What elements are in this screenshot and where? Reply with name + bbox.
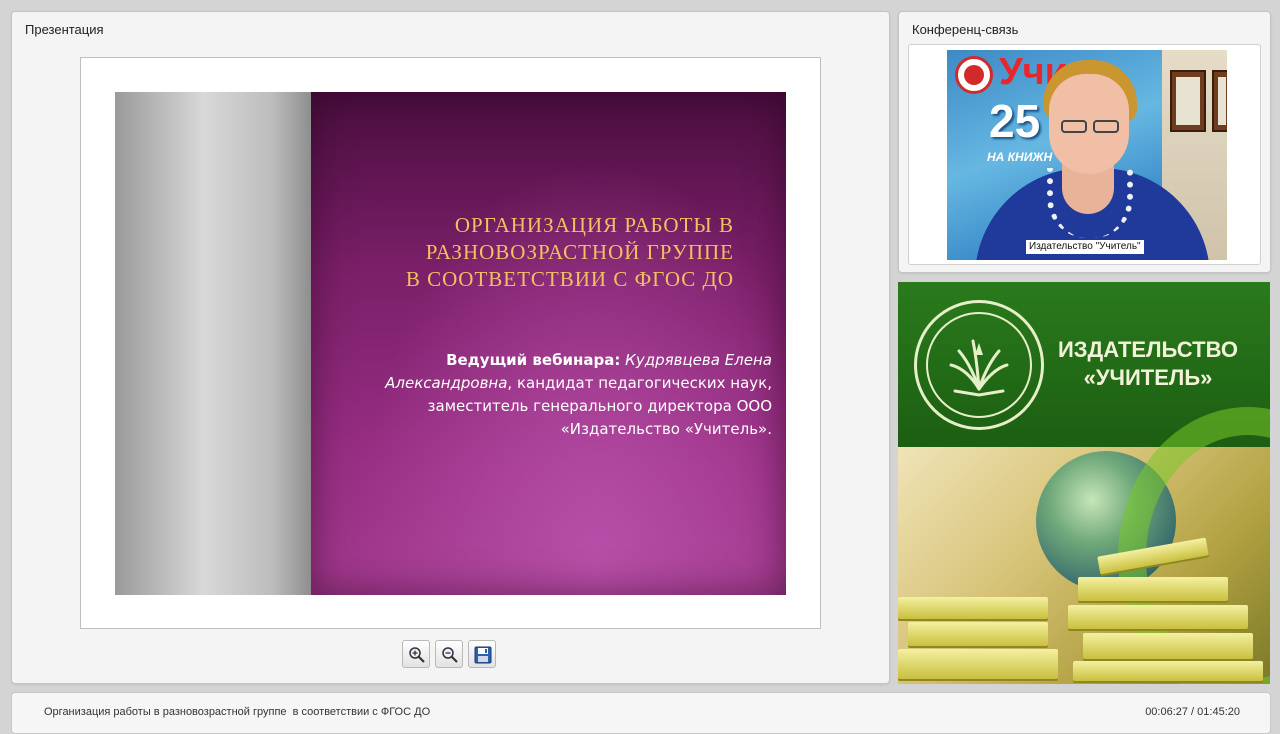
book-stack: [1068, 605, 1248, 629]
slide-left-bar: [115, 92, 311, 595]
poster-logo: [955, 56, 993, 94]
host-position: заместитель генерального директора ООО: [427, 397, 772, 415]
book-stack: [1083, 633, 1253, 659]
banner-line-2: «УЧИТЕЛЬ»: [1083, 365, 1213, 390]
video-caption: Издательство "Учитель": [1026, 240, 1144, 254]
poster-subtitle: НА КНИЖН: [987, 150, 1053, 164]
slide-heading-line: в соответствии с ФГОС ДО: [405, 267, 734, 291]
publisher-logo-icon: [914, 300, 1044, 430]
save-button[interactable]: [468, 640, 496, 668]
book-stack: [898, 649, 1058, 679]
slide-heading-line: разновозрастной группе: [425, 240, 734, 264]
book-stack: [908, 622, 1048, 646]
playback-time: 00:06:27 / 01:45:20: [1145, 706, 1240, 718]
zoom-in-icon: [409, 647, 425, 663]
books-globe-image: [898, 407, 1270, 684]
webinar-title: Организация работы в разновозрастной гру…: [44, 706, 431, 718]
poster-number: 25: [989, 95, 1041, 147]
presentation-title: Презентация: [25, 22, 104, 37]
slide-heading: Организация работы в разновозрастной гру…: [314, 212, 734, 293]
host-name-first: Кудрявцева Елена: [620, 351, 772, 369]
book-stack: [1073, 661, 1263, 681]
presenter-glasses: [1057, 120, 1123, 134]
host-company: «Издательство «Учитель».: [560, 420, 772, 438]
book-stack: [898, 597, 1048, 619]
wall-picture: [1170, 70, 1206, 132]
publisher-banner: ИЗДАТЕЛЬСТВО «УЧИТЕЛЬ»: [898, 282, 1270, 684]
zoom-in-button[interactable]: [402, 640, 430, 668]
conference-panel: Конференц-связь Учи 25 НА КНИЖН Издатель…: [898, 11, 1271, 273]
host-label: Ведущий вебинара:: [446, 351, 621, 369]
banner-line-1: ИЗДАТЕЛЬСТВО: [1057, 337, 1239, 362]
webcam-video[interactable]: Учи 25 НА КНИЖН Издательство "Учитель": [947, 50, 1227, 260]
wall-picture: [1212, 70, 1227, 132]
host-degree: , кандидат педагогических наук,: [507, 374, 772, 392]
floppy-disk-icon: [474, 646, 492, 664]
slide-view: Организация работы в разновозрастной гру…: [80, 57, 821, 629]
zoom-out-button[interactable]: [435, 640, 463, 668]
slide-content: Организация работы в разновозрастной гру…: [311, 92, 786, 595]
book-stack: [1078, 577, 1228, 601]
zoom-out-icon: [442, 647, 458, 663]
slide-heading-line: Организация работы в: [454, 213, 734, 237]
banner-text: ИЗДАТЕЛЬСТВО «УЧИТЕЛЬ»: [1042, 336, 1254, 392]
footer-bar: Организация работы в разновозрастной гру…: [11, 692, 1271, 734]
host-name-second: Александровна: [385, 374, 508, 392]
video-container: Учи 25 НА КНИЖН Издательство "Учитель": [908, 44, 1261, 265]
slide-host-info: Ведущий вебинара: Кудрявцева Елена Алекс…: [332, 349, 772, 441]
presentation-panel: Презентация Организация работы в разново…: [11, 11, 890, 684]
conference-title: Конференц-связь: [912, 22, 1019, 37]
